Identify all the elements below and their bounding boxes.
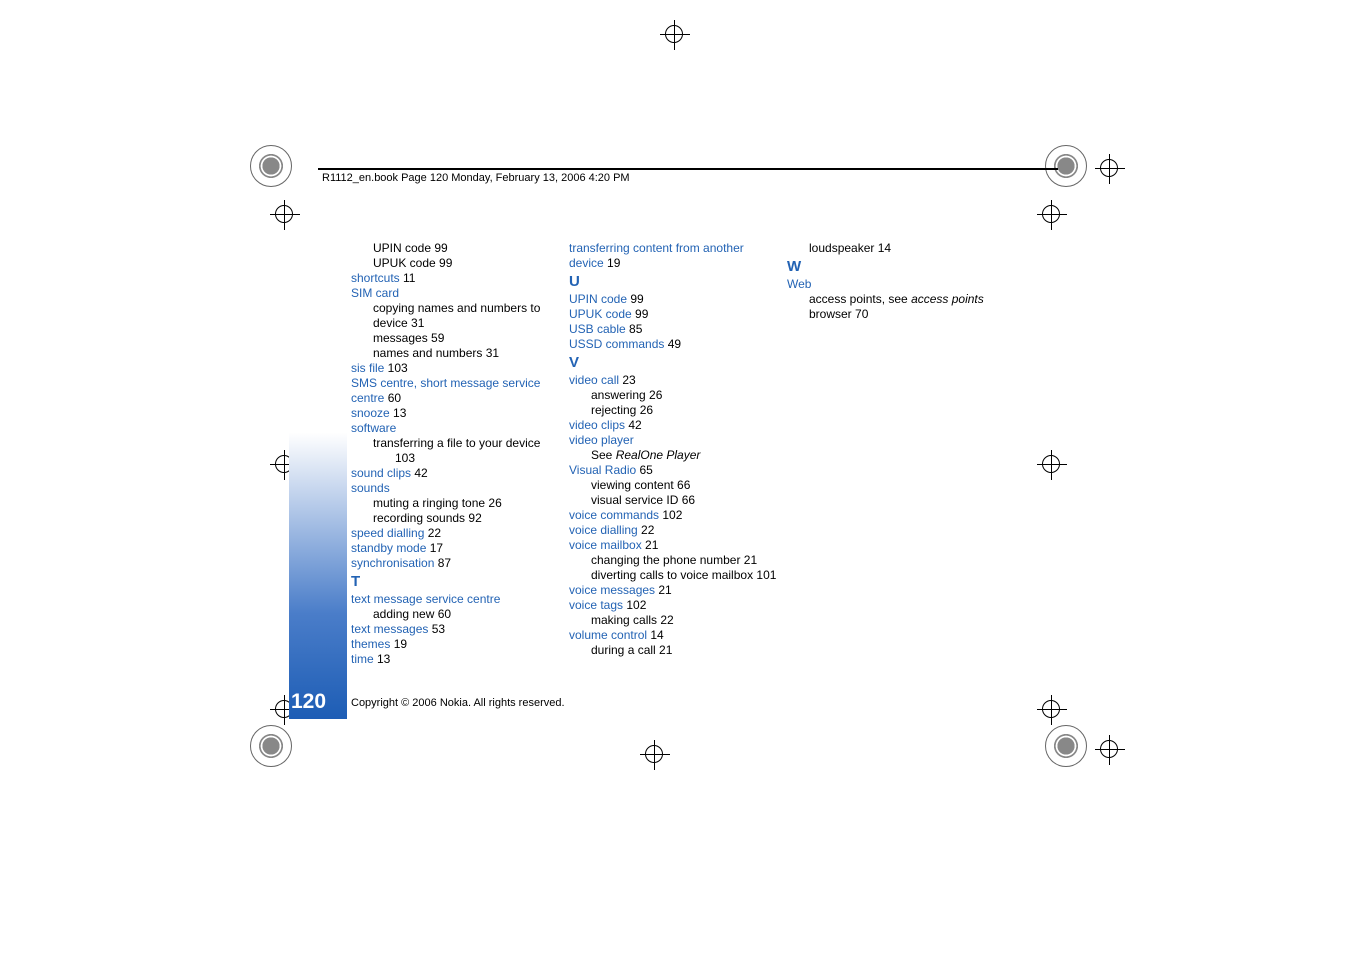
entry-software: software	[351, 421, 559, 436]
entry-sms: SMS centre, short message service centre…	[351, 376, 559, 406]
entry-volctl: volume control 14	[569, 628, 777, 643]
copyright-text: Copyright © 2006 Nokia. All rights reser…	[351, 697, 565, 709]
reg-mark-top	[660, 20, 690, 50]
entry-web-browser: browser 70	[787, 307, 997, 322]
letter-U: U	[569, 273, 777, 292]
entry-vplayer: video player	[569, 433, 777, 448]
entry-software-transfer: transferring a file to your device	[351, 436, 559, 451]
entry-upuk2: UPUK code 99	[569, 307, 777, 322]
entry-sim-msg: messages 59	[351, 331, 559, 346]
entry-vtags: voice tags 102	[569, 598, 777, 613]
entry-web-ap: access points, see access points	[787, 292, 997, 307]
header-rule	[318, 168, 1058, 170]
entry-sounds-rec: recording sounds 92	[351, 511, 559, 526]
entry-vclips: video clips 42	[569, 418, 777, 433]
entry-soundclips: sound clips 42	[351, 466, 559, 481]
index-col-3: loudspeaker 14 W Web access points, see …	[787, 241, 997, 667]
entry-loud: loudspeaker 14	[787, 241, 997, 256]
crop-mark-bl	[250, 725, 292, 767]
entry-vplayer-see: See RealOne Player	[569, 448, 777, 463]
entry-web: Web	[787, 277, 997, 292]
entry-sim-copy: copying names and numbers to device 31	[351, 301, 559, 331]
letter-V: V	[569, 354, 777, 373]
entry-sim: SIM card	[351, 286, 559, 301]
entry-tmsg: text messages 53	[351, 622, 559, 637]
entry-ussd: USSD commands 49	[569, 337, 777, 352]
entry-software-transfer-pg: 103	[351, 451, 559, 466]
reg-mark-footer-right	[1037, 695, 1067, 725]
entry-sounds-mute: muting a ringing tone 26	[351, 496, 559, 511]
index-col-1: UPIN code 99 UPUK code 99 shortcuts 11 S…	[351, 241, 559, 667]
letter-T: T	[351, 573, 559, 592]
entry-upin: UPIN code 99	[351, 241, 559, 256]
page-number: 120	[291, 690, 326, 714]
entry-tmsc: text message service centre	[351, 592, 559, 607]
entry-vtags-make: making calls 22	[569, 613, 777, 628]
entry-vdial: voice dialling 22	[569, 523, 777, 538]
entry-usb: USB cable 85	[569, 322, 777, 337]
entry-transfer: transferring content from another device…	[569, 241, 777, 271]
entry-volctl-call: during a call 21	[569, 643, 777, 658]
crop-mark-tr	[1045, 145, 1087, 187]
entry-vradio-id: visual service ID 66	[569, 493, 777, 508]
entry-sim-names: names and numbers 31	[351, 346, 559, 361]
entry-shortcuts: shortcuts 11	[351, 271, 559, 286]
reg-mark-header-left	[270, 200, 300, 230]
entry-vcall: video call 23	[569, 373, 777, 388]
entry-vcmd: voice commands 102	[569, 508, 777, 523]
entry-vcall-rej: rejecting 26	[569, 403, 777, 418]
reg-mark-bottom	[640, 740, 670, 770]
entry-upin2: UPIN code 99	[569, 292, 777, 307]
entry-vmsg: voice messages 21	[569, 583, 777, 598]
entry-tmsc-add: adding new 60	[351, 607, 559, 622]
entry-vradio: Visual Radio 65	[569, 463, 777, 478]
entry-vradio-view: viewing content 66	[569, 478, 777, 493]
page-gradient	[289, 241, 347, 719]
entry-vmail-div: diverting calls to voice mailbox 101	[569, 568, 777, 583]
entry-vmail-chg: changing the phone number 21	[569, 553, 777, 568]
letter-W: W	[787, 258, 997, 277]
entry-vmail: voice mailbox 21	[569, 538, 777, 553]
entry-sync: synchronisation 87	[351, 556, 559, 571]
reg-mark-side-br	[1095, 735, 1125, 765]
crop-mark-br	[1045, 725, 1087, 767]
entry-themes: themes 19	[351, 637, 559, 652]
entry-upuk: UPUK code 99	[351, 256, 559, 271]
index-columns: UPIN code 99 UPUK code 99 shortcuts 11 S…	[351, 241, 997, 667]
reg-mark-side-tr	[1095, 154, 1125, 184]
crop-mark-tl	[250, 145, 292, 187]
entry-vcall-ans: answering 26	[569, 388, 777, 403]
entry-sis: sis file 103	[351, 361, 559, 376]
entry-time: time 13	[351, 652, 559, 667]
entry-standby: standby mode 17	[351, 541, 559, 556]
header-text: R1112_en.book Page 120 Monday, February …	[322, 172, 630, 184]
index-col-2: transferring content from another device…	[569, 241, 777, 667]
reg-mark-right	[1037, 450, 1067, 480]
entry-sounds: sounds	[351, 481, 559, 496]
reg-mark-header-right	[1037, 200, 1067, 230]
entry-snooze: snooze 13	[351, 406, 559, 421]
entry-speed: speed dialling 22	[351, 526, 559, 541]
